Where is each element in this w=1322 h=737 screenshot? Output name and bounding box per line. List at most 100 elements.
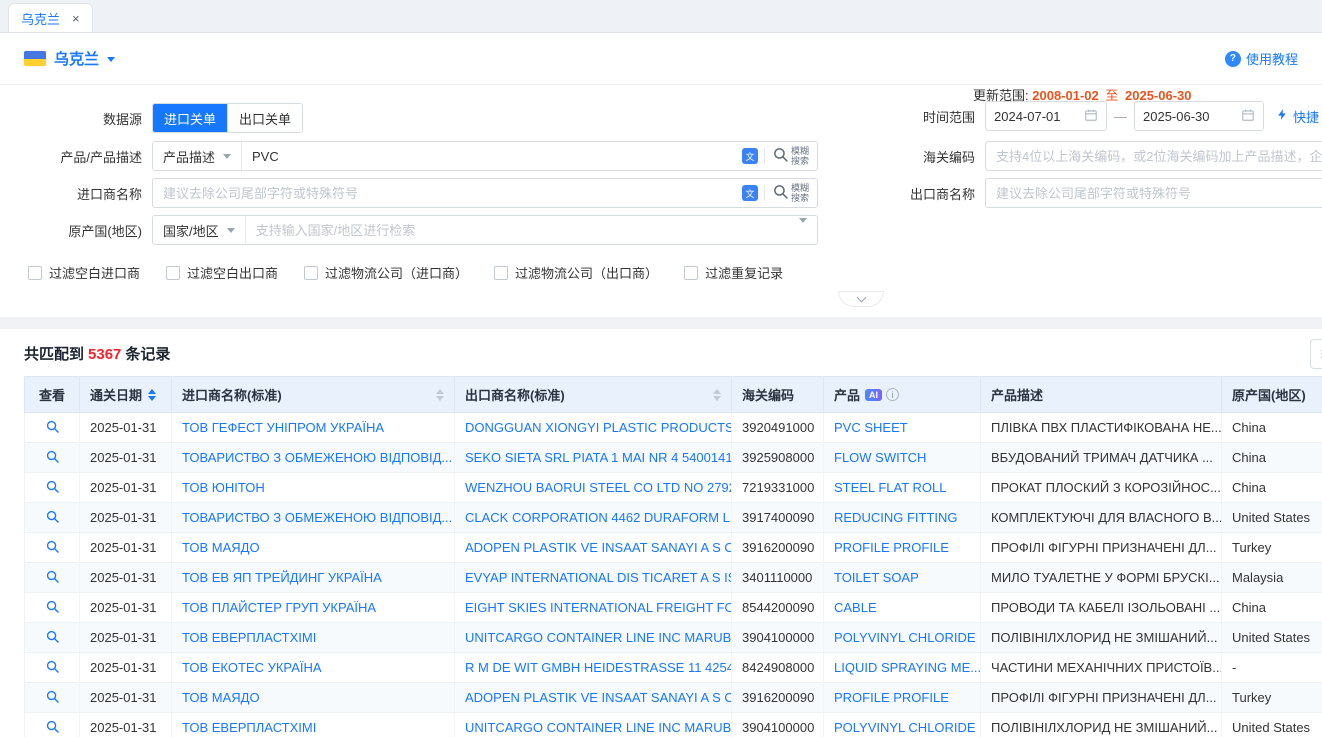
chevron-down-icon xyxy=(223,154,231,159)
translate-icon[interactable]: 文 xyxy=(742,148,758,164)
col-header-view: 查看 xyxy=(25,377,80,413)
col-header-exporter[interactable]: 出口商名称(标准) xyxy=(455,377,732,413)
country-title[interactable]: 乌克兰 xyxy=(54,48,99,69)
exporter-link[interactable]: WENZHOU BAORUI STEEL CO LTD NO 2792... xyxy=(455,473,732,503)
view-record-button[interactable] xyxy=(46,570,59,583)
importer-link[interactable]: ТОВ МАЯДО xyxy=(172,533,455,563)
sort-icon[interactable] xyxy=(148,389,156,401)
view-record-button[interactable] xyxy=(46,660,59,673)
product-link[interactable]: LIQUID SPRAYING ME... xyxy=(824,653,981,683)
product-link[interactable]: PROFILE PROFILE xyxy=(824,683,981,713)
view-record-button[interactable] xyxy=(46,600,59,613)
date-cell: 2025-01-31 xyxy=(80,653,172,683)
importer-link[interactable]: ТОВ ЕВ ЯП ТРЕЙДИНГ УКРАЇНА xyxy=(172,563,455,593)
view-record-button[interactable] xyxy=(46,690,59,703)
exporter-link[interactable]: R M DE WIT GMBH HEIDESTRASSE 11 4254... xyxy=(455,653,732,683)
translate-icon[interactable]: 文 xyxy=(742,185,758,201)
tab-close-icon[interactable]: × xyxy=(72,11,80,26)
date-to-picker[interactable]: 2025-06-30 xyxy=(1134,101,1264,131)
checkbox-label: 过滤物流公司（进口商） xyxy=(325,263,468,282)
checkbox-filter-logistics-importer[interactable]: 过滤物流公司（进口商） xyxy=(304,263,468,282)
product-link[interactable]: PVC SHEET xyxy=(824,413,981,443)
view-record-button[interactable] xyxy=(46,540,59,553)
sort-icon[interactable] xyxy=(436,389,444,401)
data-source-label: 数据源 xyxy=(24,109,142,128)
tab-ukraine[interactable]: 乌克兰 × xyxy=(8,3,93,32)
date-cell: 2025-01-31 xyxy=(80,413,172,443)
product-link[interactable]: PROFILE PROFILE xyxy=(824,533,981,563)
origin-country-input[interactable] xyxy=(246,223,799,238)
ukraine-flag-icon xyxy=(24,51,46,66)
view-record-button[interactable] xyxy=(46,450,59,463)
exporter-link[interactable]: SEKO SIETA SRL PIATA 1 MAI NR 4 5400141 … xyxy=(455,443,732,473)
tab-import-declarations[interactable]: 进口关单 xyxy=(153,104,227,132)
chevron-down-icon[interactable] xyxy=(799,223,817,238)
importer-link[interactable]: ТОВАРИСТВО З ОБМЕЖЕНОЮ ВІДПОВІД... xyxy=(172,503,455,533)
product-link[interactable]: FLOW SWITCH xyxy=(824,443,981,473)
importer-link[interactable]: ТОВ ГЕФЕСТ УНІПРОМ УКРАЇНА xyxy=(172,413,455,443)
col-header-importer[interactable]: 进口商名称(标准) xyxy=(172,377,455,413)
checkbox-filter-logistics-exporter[interactable]: 过滤物流公司（出口商） xyxy=(494,263,658,282)
importer-link[interactable]: ТОВАРИСТВО З ОБМЕЖЕНОЮ ВІДПОВІД... xyxy=(172,443,455,473)
checkbox-filter-duplicates[interactable]: 过滤重复记录 xyxy=(684,263,783,282)
product-link[interactable]: CABLE xyxy=(824,593,981,623)
exporter-link[interactable]: ADOPEN PLASTIK VE INSAAT SANAYI A S O... xyxy=(455,533,732,563)
view-record-button[interactable] xyxy=(46,510,59,523)
product-field-select[interactable]: 产品描述 xyxy=(153,142,242,170)
chevron-down-icon[interactable] xyxy=(107,57,115,62)
exporter-link[interactable]: DONGGUAN XIONGYI PLASTIC PRODUCTS ... xyxy=(455,413,732,443)
importer-label: 进口商名称 xyxy=(24,184,142,203)
checkbox-icon xyxy=(304,266,318,280)
fuzzy-search-button[interactable]: 模糊搜索 xyxy=(765,146,817,166)
product-row: 产品/产品描述 产品描述 文 模糊搜索 xyxy=(24,141,818,171)
ai-badge: AI xyxy=(865,389,882,401)
exporter-link[interactable]: EVYAP INTERNATIONAL DIS TICARET A S IS..… xyxy=(455,563,732,593)
exporter-link[interactable]: ADOPEN PLASTIK VE INSAAT SANAYI A S O... xyxy=(455,683,732,713)
product-link[interactable]: TOILET SOAP xyxy=(824,563,981,593)
hs-code-input[interactable] xyxy=(985,141,1322,171)
view-record-button[interactable] xyxy=(46,720,59,733)
date-to-value: 2025-06-30 xyxy=(1143,109,1210,124)
product-link[interactable]: STEEL FLAT ROLL xyxy=(824,473,981,503)
collapse-filters-button[interactable] xyxy=(838,291,884,307)
tab-export-declarations[interactable]: 出口关单 xyxy=(227,104,302,132)
time-range-row: 时间范围 2024-07-01 — 2025-06-30 快捷 xyxy=(905,101,1319,131)
table-settings-button[interactable] xyxy=(1310,339,1322,369)
exporter-link[interactable]: EIGHT SKIES INTERNATIONAL FREIGHT FOR... xyxy=(455,593,732,623)
sort-icon[interactable] xyxy=(713,389,721,401)
importer-link[interactable]: ТОВ ЮНІТОН xyxy=(172,473,455,503)
checkbox-filter-blank-exporter[interactable]: 过滤空白出口商 xyxy=(166,263,278,282)
date-cell: 2025-01-31 xyxy=(80,623,172,653)
view-record-button[interactable] xyxy=(46,480,59,493)
importer-link[interactable]: ТОВ ПЛАЙСТЕР ГРУП УКРАЇНА xyxy=(172,593,455,623)
product-link[interactable]: REDUCING FITTING xyxy=(824,503,981,533)
date-cell: 2025-01-31 xyxy=(80,533,172,563)
importer-name-input[interactable] xyxy=(153,186,736,201)
importer-link[interactable]: ТОВ ЕВЕРПЛАСТХІМІ xyxy=(172,623,455,653)
date-from-picker[interactable]: 2024-07-01 xyxy=(985,101,1107,131)
origin-field-select[interactable]: 国家/地区 xyxy=(153,216,246,244)
importer-link[interactable]: ТОВ ЕКОТЕС УКРАЇНА xyxy=(172,653,455,683)
product-link[interactable]: POLYVINYL CHLORIDE xyxy=(824,713,981,737)
checkbox-icon xyxy=(684,266,698,280)
product-link[interactable]: POLYVINYL CHLORIDE xyxy=(824,623,981,653)
exporter-name-input[interactable] xyxy=(985,178,1322,208)
importer-link[interactable]: ТОВ ЕВЕРПЛАСТХІМІ xyxy=(172,713,455,737)
quick-select-button[interactable]: 快捷 xyxy=(1276,107,1319,126)
checkbox-filter-blank-importer[interactable]: 过滤空白进口商 xyxy=(28,263,140,282)
date-from-value: 2024-07-01 xyxy=(994,109,1061,124)
exporter-link[interactable]: CLACK CORPORATION 4462 DURAFORM L... xyxy=(455,503,732,533)
col-header-date[interactable]: 通关日期 xyxy=(80,377,172,413)
view-record-button[interactable] xyxy=(46,630,59,643)
date-cell: 2025-01-31 xyxy=(80,473,172,503)
product-search-input[interactable] xyxy=(242,149,736,164)
info-icon[interactable]: i xyxy=(886,388,899,401)
tutorial-link[interactable]: ? 使用教程 xyxy=(1225,49,1298,68)
fuzzy-search-button[interactable]: 模糊搜索 xyxy=(765,183,817,203)
table-row: 2025-01-31ТОВ МАЯДОADOPEN PLASTIK VE INS… xyxy=(25,533,1322,563)
exporter-link[interactable]: UNITCARGO CONTAINER LINE INC MARUB... xyxy=(455,623,732,653)
importer-link[interactable]: ТОВ МАЯДО xyxy=(172,683,455,713)
view-record-cell xyxy=(25,533,80,563)
view-record-button[interactable] xyxy=(46,420,59,433)
exporter-link[interactable]: UNITCARGO CONTAINER LINE INC MARUB... xyxy=(455,713,732,737)
